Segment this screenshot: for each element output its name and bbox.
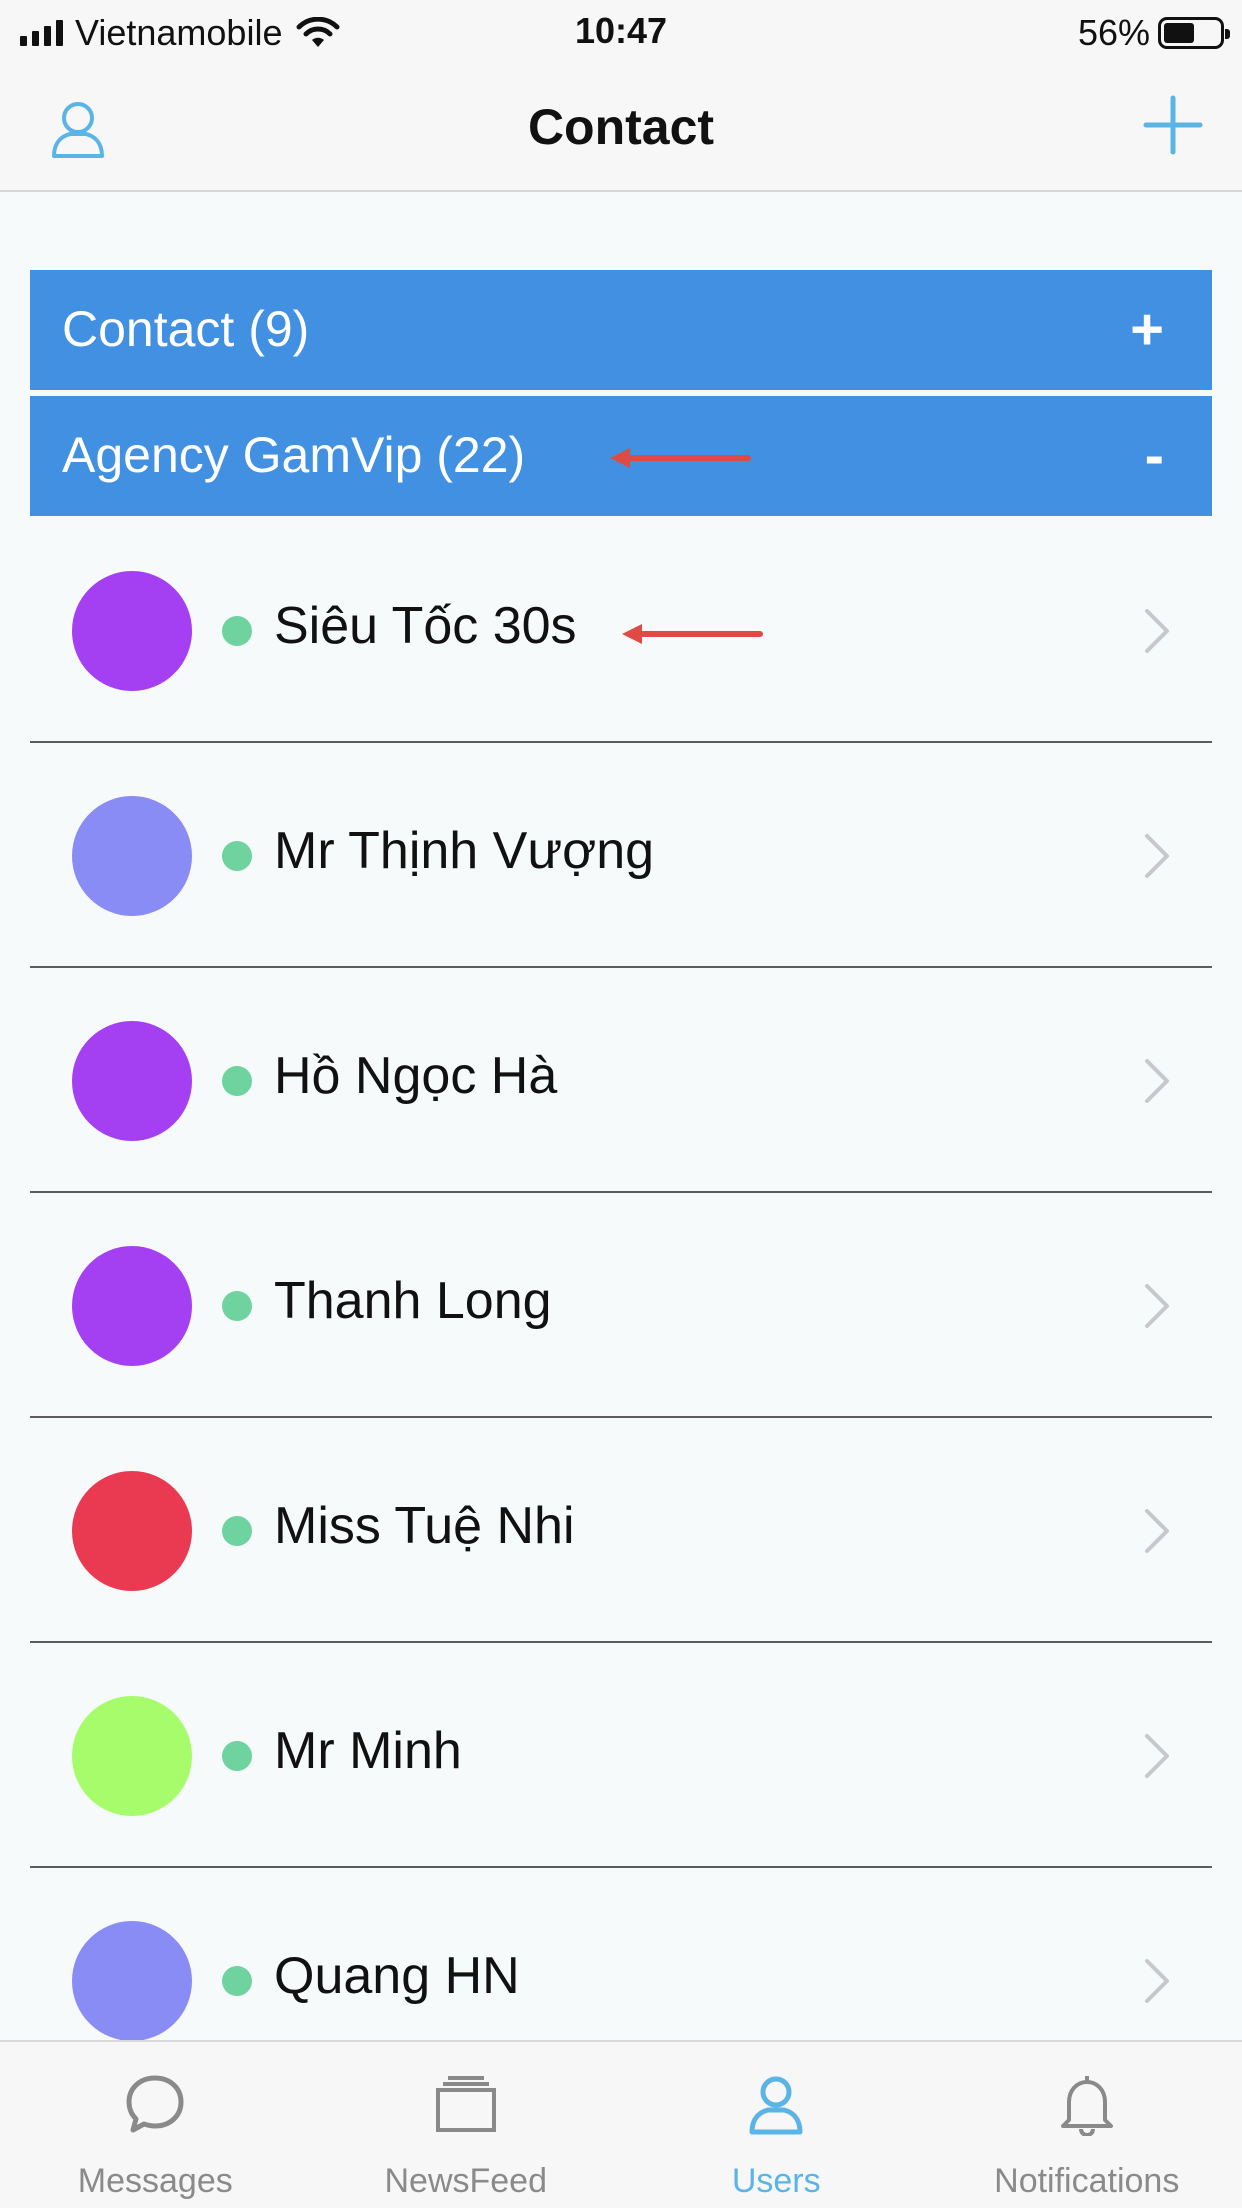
contact-row[interactable]: Thanh Long bbox=[30, 1193, 1212, 1418]
contact-row[interactable]: Miss Tuệ Nhi bbox=[30, 1418, 1212, 1643]
section-label: Agency GamVip (22) bbox=[62, 427, 526, 483]
stacked-cards-icon bbox=[435, 2076, 496, 2132]
avatar bbox=[72, 1246, 192, 1366]
contact-name: Mr Minh bbox=[274, 1722, 462, 1780]
expand-toggle[interactable]: + bbox=[1130, 296, 1164, 363]
avatar bbox=[72, 1696, 192, 1816]
online-status-dot bbox=[222, 841, 252, 871]
collapse-toggle[interactable]: - bbox=[1145, 422, 1164, 489]
chevron-right-icon bbox=[1145, 1284, 1169, 1328]
clock: 10:47 bbox=[574, 10, 668, 51]
tab-notifications[interactable]: Notifications bbox=[932, 2042, 1242, 2208]
status-bar: Vietnamobile 10:47 56% bbox=[0, 0, 1242, 62]
tab-label: Notifications bbox=[994, 2162, 1180, 2200]
contact-name: Mr Thịnh Vượng bbox=[274, 822, 655, 880]
navigation-bar: Contact bbox=[0, 62, 1242, 192]
page-title: Contact bbox=[527, 99, 715, 155]
section-header-contact[interactable]: Contact (9) + bbox=[30, 270, 1212, 390]
chevron-right-icon bbox=[1145, 834, 1169, 878]
contact-name: Siêu Tốc 30s bbox=[274, 597, 577, 655]
online-status-dot bbox=[222, 1516, 252, 1546]
tab-label: NewsFeed bbox=[384, 2162, 547, 2200]
contact-row[interactable]: Mr Minh bbox=[30, 1643, 1212, 1868]
avatar bbox=[72, 1021, 192, 1141]
contact-row[interactable]: Siêu Tốc 30s bbox=[30, 518, 1212, 743]
annotation-arrow-icon bbox=[610, 448, 751, 468]
online-status-dot bbox=[222, 1066, 252, 1096]
add-contact-icon[interactable] bbox=[1140, 92, 1206, 158]
online-status-dot bbox=[222, 1741, 252, 1771]
tab-users[interactable]: Users bbox=[621, 2042, 932, 2208]
tab-label: Messages bbox=[77, 2162, 233, 2200]
battery-icon bbox=[1158, 17, 1230, 49]
user-icon bbox=[749, 2076, 803, 2135]
chevron-right-icon bbox=[1145, 1734, 1169, 1778]
battery-percent: 56% bbox=[1077, 12, 1150, 53]
avatar bbox=[72, 571, 192, 691]
contact-name: Quang HN bbox=[274, 1947, 520, 2005]
avatar bbox=[72, 1921, 192, 2041]
avatar bbox=[72, 796, 192, 916]
contact-name: Miss Tuệ Nhi bbox=[274, 1497, 575, 1555]
chat-bubble-icon bbox=[126, 2075, 184, 2133]
tab-newsfeed[interactable]: NewsFeed bbox=[311, 2042, 622, 2208]
contact-row[interactable]: Hồ Ngọc Hà bbox=[30, 968, 1212, 1193]
chevron-right-icon bbox=[1145, 1059, 1169, 1103]
online-status-dot bbox=[222, 1966, 252, 1996]
contact-name: Hồ Ngọc Hà bbox=[274, 1047, 558, 1105]
avatar bbox=[72, 1471, 192, 1591]
chevron-right-icon bbox=[1145, 1959, 1169, 2003]
tab-bar: Messages NewsFeed Users Notifications bbox=[0, 2040, 1242, 2208]
bell-icon bbox=[1060, 2076, 1113, 2136]
tab-messages[interactable]: Messages bbox=[0, 2042, 311, 2208]
contact-row[interactable]: Mr Thịnh Vượng bbox=[30, 743, 1212, 968]
online-status-dot bbox=[222, 616, 252, 646]
chevron-right-icon bbox=[1145, 1509, 1169, 1553]
section-label: Contact (9) bbox=[62, 301, 310, 357]
chevron-right-icon bbox=[1145, 609, 1169, 653]
online-status-dot bbox=[222, 1291, 252, 1321]
tab-label: Users bbox=[731, 2162, 821, 2200]
contact-name: Thanh Long bbox=[274, 1272, 552, 1330]
